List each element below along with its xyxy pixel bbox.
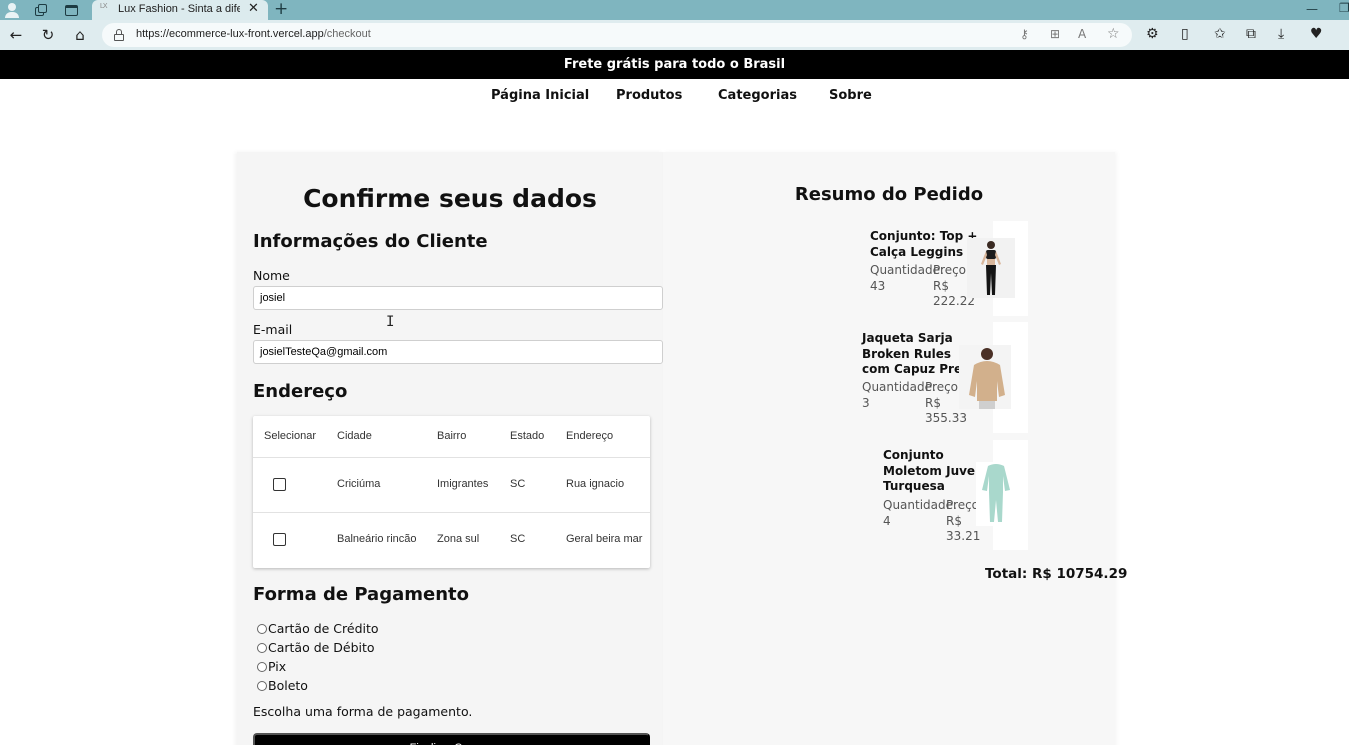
email-label: E-mail [253, 322, 293, 337]
cell-address: Rua ignacio [566, 478, 625, 490]
cell-district: Imigrantes [437, 478, 489, 490]
apps-icon[interactable]: ⊞ [1050, 27, 1060, 41]
vertical-tabs-icon[interactable] [63, 2, 79, 18]
restore-icon[interactable]: ❐ [1339, 1, 1349, 15]
payment-option-label: Boleto [268, 678, 308, 693]
close-tab-icon[interactable]: ✕ [248, 1, 259, 16]
url-text[interactable]: https://ecommerce-lux-front.vercel.app/c… [136, 28, 371, 40]
payment-hint: Escolha uma forma de pagamento. [253, 704, 473, 719]
payment-option-label: Cartão de Crédito [268, 621, 379, 636]
payment-option-credit[interactable]: Cartão de Crédito [257, 621, 379, 636]
table-divider [253, 512, 650, 513]
select-address-checkbox[interactable] [273, 533, 286, 546]
page-title: Confirme seus dados [303, 184, 597, 213]
browser-essentials-icon[interactable]: ♥ [1310, 26, 1323, 42]
nav-about-link[interactable]: Sobre [829, 88, 872, 103]
favicon-icon: LX [100, 3, 108, 10]
cell-city: Criciúma [337, 478, 381, 490]
payment-option-label: Pix [268, 659, 287, 674]
name-field[interactable]: josiel [253, 286, 663, 310]
address-table: Selecionar Cidade Bairro Estado Endereço… [253, 416, 650, 568]
product-image [976, 462, 1016, 526]
payment-option-boleto[interactable]: Boleto [257, 678, 308, 693]
product-image [959, 345, 1011, 409]
lock-icon[interactable] [114, 29, 124, 41]
read-aloud-icon[interactable]: A [1078, 27, 1086, 41]
client-info-heading: Informações do Cliente [253, 231, 488, 252]
payment-heading: Forma de Pagamento [253, 584, 469, 605]
profile-icon[interactable] [4, 2, 20, 18]
product-image [967, 238, 1015, 298]
radio-button[interactable] [257, 642, 267, 653]
select-address-checkbox[interactable] [273, 478, 286, 491]
tab-title: Lux Fashion - Sinta a diferença d [118, 3, 240, 15]
cell-state: SC [510, 478, 526, 490]
email-field[interactable]: josielTesteQa@gmail.com [253, 340, 663, 364]
col-header-state: Estado [510, 430, 545, 442]
cell-district: Zona sul [437, 533, 480, 545]
table-divider [253, 457, 650, 458]
address-toolbar: ← ↻ ⌂ https://ecommerce-lux-front.vercel… [0, 20, 1349, 50]
order-summary-title: Resumo do Pedido [794, 184, 984, 205]
col-header-select: Selecionar [264, 430, 316, 442]
order-total: Total: R$ 10754.29 [985, 566, 1128, 582]
split-screen-icon[interactable]: ▯ [1181, 26, 1189, 42]
browser-tab-active[interactable]: LX Lux Fashion - Sinta a diferença d ✕ [92, 0, 268, 20]
product-name: Conjunto: Top + Calça Leggins [870, 229, 978, 259]
address-heading: Endereço [253, 381, 348, 402]
nav-categories-link[interactable]: Categorias [718, 88, 797, 103]
workspaces-icon[interactable] [33, 2, 49, 18]
payment-option-label: Cartão de Débito [268, 640, 375, 655]
cell-city: Balneário rincão [337, 533, 417, 545]
promo-banner: Frete grátis para todo o Brasil [0, 50, 1349, 79]
nav-products-link[interactable]: Produtos [616, 88, 682, 103]
cell-address: Geral beira mar [566, 533, 643, 545]
home-icon[interactable]: ⌂ [70, 25, 90, 45]
collections-icon[interactable]: ⧉ [1246, 26, 1256, 42]
text-cursor-icon: I [386, 314, 395, 330]
new-tab-icon[interactable]: + [274, 0, 288, 19]
payment-option-pix[interactable]: Pix [257, 659, 286, 674]
finalize-purchase-button[interactable]: Finalizar Compra [253, 733, 650, 745]
nav-home-link[interactable]: Página Inicial [491, 88, 589, 103]
cell-state: SC [510, 533, 526, 545]
back-arrow-icon[interactable]: ← [6, 25, 26, 45]
col-header-city: Cidade [337, 430, 372, 442]
payment-option-debit[interactable]: Cartão de Débito [257, 640, 375, 655]
downloads-icon[interactable]: ⤓ [1278, 26, 1284, 42]
refresh-icon[interactable]: ↻ [38, 25, 58, 45]
address-bar[interactable]: https://ecommerce-lux-front.vercel.app/c… [102, 23, 1132, 47]
extensions-icon[interactable]: ⚙ [1146, 26, 1159, 42]
key-icon[interactable]: ⚷ [1020, 27, 1029, 41]
col-header-district: Bairro [437, 430, 467, 442]
radio-button[interactable] [257, 623, 267, 634]
favorites-icon[interactable]: ✩ [1214, 26, 1226, 42]
radio-button[interactable] [257, 680, 267, 691]
col-header-address: Endereço [566, 430, 614, 442]
minimize-icon[interactable]: — [1306, 2, 1318, 16]
favorite-star-icon[interactable]: ☆ [1107, 26, 1120, 42]
browser-tab-strip: LX Lux Fashion - Sinta a diferença d ✕ +… [0, 0, 1349, 20]
radio-button[interactable] [257, 661, 267, 672]
name-label: Nome [253, 268, 290, 283]
